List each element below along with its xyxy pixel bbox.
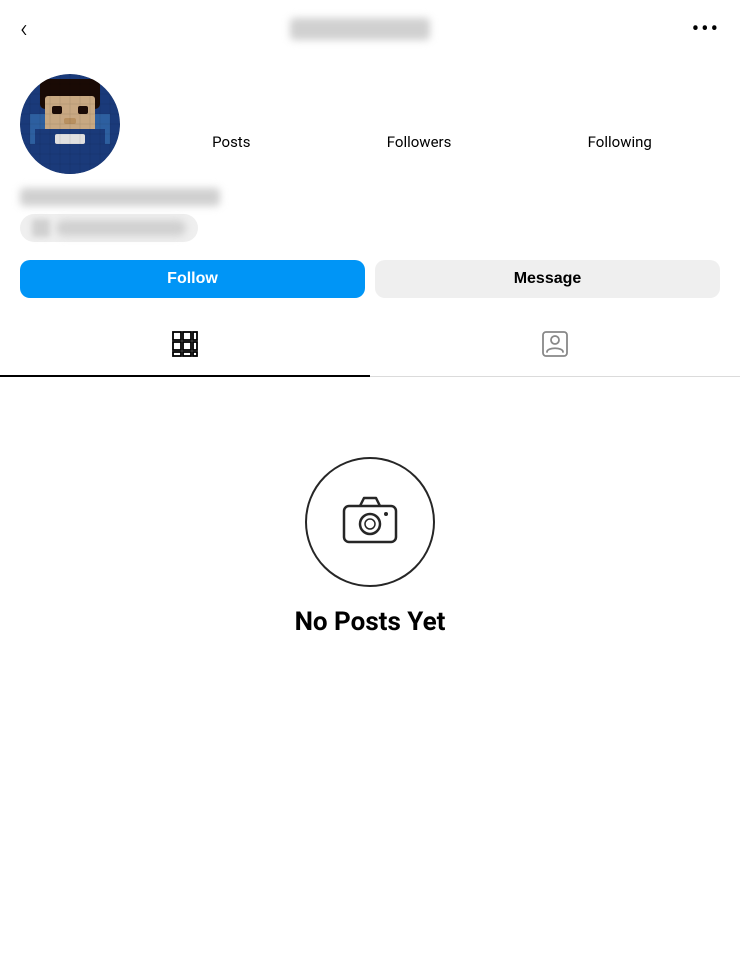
- tagged-icon: [541, 330, 569, 362]
- bio-pill: [20, 214, 198, 242]
- profile-info: [20, 188, 720, 242]
- action-buttons: Follow Message: [0, 260, 740, 298]
- more-options-button[interactable]: •••: [692, 17, 720, 42]
- header: ‹ •••: [0, 0, 740, 58]
- stat-following[interactable]: Following: [588, 105, 652, 151]
- empty-state: No Posts Yet: [0, 377, 740, 677]
- bio-icon-blurred: [32, 219, 50, 237]
- avatar: [20, 74, 120, 174]
- back-button[interactable]: ‹: [20, 14, 28, 44]
- follow-button[interactable]: Follow: [20, 260, 365, 298]
- profile-section: Posts Followers Following: [0, 58, 740, 242]
- profile-top: Posts Followers Following: [20, 74, 720, 174]
- avatar-image: [20, 74, 120, 174]
- avatar-container: [20, 74, 120, 174]
- camera-icon: [340, 490, 400, 554]
- stat-followers[interactable]: Followers: [387, 105, 452, 151]
- grid-icon: [171, 330, 199, 362]
- tab-tagged[interactable]: [370, 316, 740, 376]
- bio-text-blurred: [56, 220, 186, 236]
- stat-posts[interactable]: Posts: [212, 105, 250, 151]
- followers-label: Followers: [387, 133, 452, 151]
- tab-bar: [0, 316, 740, 377]
- message-button[interactable]: Message: [375, 260, 720, 298]
- header-title-blurred: [290, 18, 430, 40]
- tab-grid[interactable]: [0, 316, 370, 376]
- camera-circle: [305, 457, 435, 587]
- no-posts-title: No Posts Yet: [295, 607, 446, 637]
- display-name-blurred: [20, 188, 220, 206]
- stats-container: Posts Followers Following: [144, 97, 720, 151]
- posts-label: Posts: [212, 133, 250, 151]
- following-label: Following: [588, 133, 652, 151]
